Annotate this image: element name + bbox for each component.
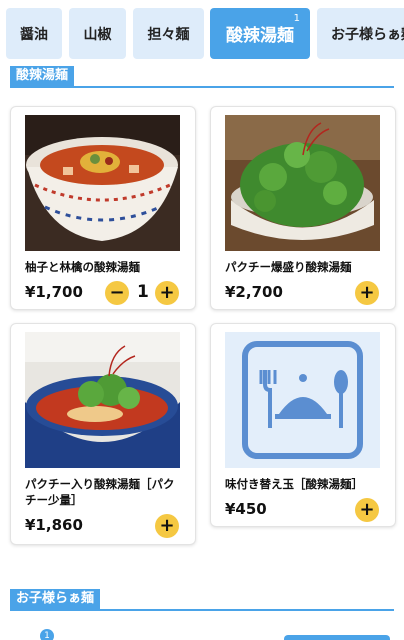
plus-icon: +	[159, 515, 175, 536]
item-name: 柚子と林檎の酸辣湯麺	[25, 260, 140, 274]
dish-photo	[225, 115, 380, 251]
section-divider	[10, 609, 394, 611]
menu-item-card[interactable]: 味付き替え玉［酸辣湯麺］ ¥450 +	[210, 323, 396, 527]
dish-photo	[25, 332, 180, 468]
menu-item-card[interactable]: パクチー爆盛り酸辣湯麺 ¥2,700 +	[210, 106, 396, 310]
menu-item-card[interactable]: 柚子と林檎の酸辣湯麺 ¥1,700 − 1 +	[10, 106, 196, 310]
section-divider	[10, 86, 394, 88]
add-button[interactable]: +	[355, 498, 379, 522]
menu-item-card[interactable]: パクチー入り酸辣湯麺［パクチー少量］ ¥1,860 +	[10, 323, 196, 545]
plus-icon: +	[359, 499, 375, 520]
section-title: お子様らぁ麺	[10, 589, 101, 609]
tab-count-badge: 1	[293, 13, 300, 24]
section-header-kids-ramen: お子様らぁ麺	[10, 589, 394, 611]
dish-photo	[25, 115, 180, 251]
tab-sansho[interactable]: 山椒	[69, 8, 126, 59]
section-title: 酸辣湯麺	[10, 66, 75, 86]
plus-icon: +	[359, 282, 375, 303]
category-tabs: 醤油 山椒 担々麺 酸辣湯麺 1 お子様らぁ麺	[0, 0, 404, 64]
tab-kids-ramen[interactable]: お子様らぁ麺	[317, 8, 404, 59]
minus-icon: −	[109, 282, 125, 303]
placeholder-food-icon	[225, 332, 380, 468]
item-quantity: 1	[137, 282, 149, 302]
tab-sanratanmen[interactable]: 酸辣湯麺 1	[210, 8, 310, 59]
add-button[interactable]: +	[155, 514, 179, 538]
decrement-button[interactable]: −	[105, 281, 129, 305]
item-price: ¥1,700	[25, 283, 83, 301]
item-price: ¥2,700	[225, 283, 283, 301]
item-name: パクチー爆盛り酸辣湯麺	[225, 260, 352, 274]
plus-icon: +	[159, 282, 175, 303]
section-header-sanratanmen: 酸辣湯麺	[10, 66, 394, 88]
tab-shoyu[interactable]: 醤油	[6, 8, 62, 59]
item-name: 味付き替え玉［酸辣湯麺］	[225, 477, 363, 491]
checkout-button[interactable]	[284, 635, 390, 640]
item-name: パクチー入り酸辣湯麺［パクチー少量］	[25, 477, 175, 507]
tab-tantanmen[interactable]: 担々麺	[133, 8, 204, 59]
item-price: ¥450	[225, 500, 267, 518]
item-price: ¥1,860	[25, 516, 83, 534]
add-button[interactable]: +	[155, 281, 179, 305]
cart-count-badge: 1	[40, 629, 54, 640]
add-button[interactable]: +	[355, 281, 379, 305]
